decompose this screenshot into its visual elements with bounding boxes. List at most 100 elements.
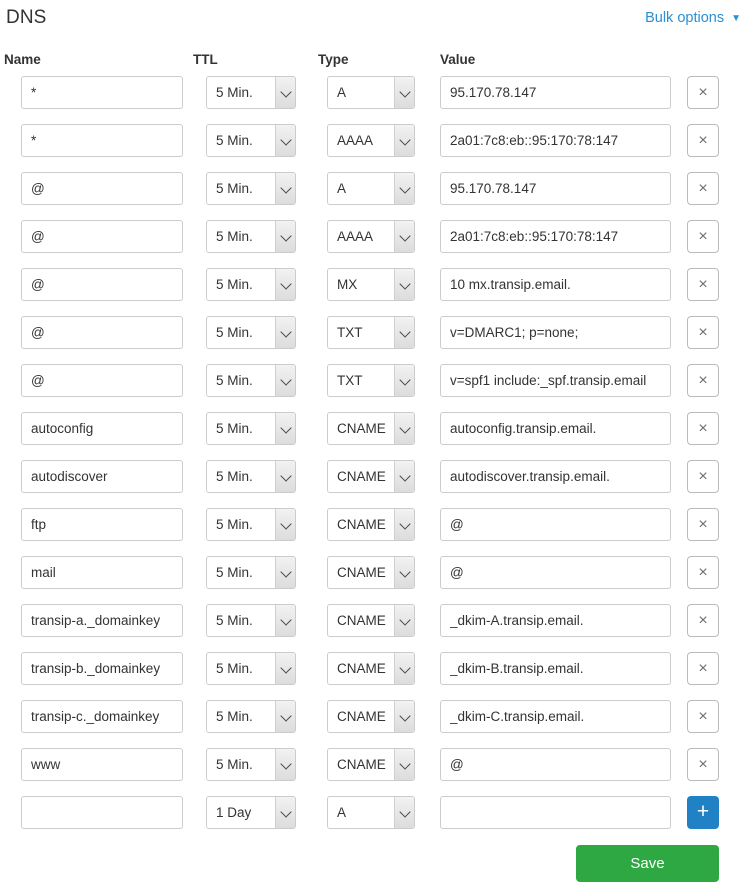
record-ttl-select[interactable]: 5 Min. xyxy=(206,124,296,157)
delete-record-button[interactable]: × xyxy=(687,556,719,589)
delete-record-button[interactable]: × xyxy=(687,508,719,541)
record-value-input[interactable] xyxy=(440,364,671,397)
record-type-select[interactable]: AAAA xyxy=(327,124,415,157)
chevron-down-icon[interactable] xyxy=(394,317,414,348)
delete-record-button[interactable]: × xyxy=(687,172,719,205)
chevron-down-icon[interactable] xyxy=(394,749,414,780)
chevron-down-icon[interactable] xyxy=(394,221,414,252)
record-ttl-select[interactable]: 5 Min. xyxy=(206,460,296,493)
record-ttl-select[interactable]: 5 Min. xyxy=(206,556,296,589)
record-name-input[interactable] xyxy=(21,700,183,733)
chevron-down-icon[interactable] xyxy=(275,269,295,300)
record-value-input[interactable] xyxy=(440,748,671,781)
add-record-button[interactable]: + xyxy=(687,796,719,829)
record-name-input[interactable] xyxy=(21,316,183,349)
record-ttl-select[interactable]: 5 Min. xyxy=(206,652,296,685)
record-ttl-select[interactable]: 5 Min. xyxy=(206,268,296,301)
record-value-input[interactable] xyxy=(440,172,671,205)
record-name-input[interactable] xyxy=(21,652,183,685)
record-ttl-select[interactable]: 5 Min. xyxy=(206,604,296,637)
record-ttl-select[interactable]: 5 Min. xyxy=(206,172,296,205)
chevron-down-icon[interactable] xyxy=(394,173,414,204)
chevron-down-icon[interactable] xyxy=(275,749,295,780)
chevron-down-icon[interactable] xyxy=(394,77,414,108)
record-ttl-select[interactable]: 5 Min. xyxy=(206,412,296,445)
record-name-input[interactable] xyxy=(21,220,183,253)
record-type-select[interactable]: CNAME xyxy=(327,556,415,589)
record-name-input[interactable] xyxy=(21,124,183,157)
record-type-select[interactable]: CNAME xyxy=(327,412,415,445)
delete-record-button[interactable]: × xyxy=(687,220,719,253)
chevron-down-icon[interactable] xyxy=(275,365,295,396)
record-name-input[interactable] xyxy=(21,76,183,109)
chevron-down-icon[interactable] xyxy=(394,509,414,540)
record-value-input[interactable] xyxy=(440,220,671,253)
record-type-select[interactable]: A xyxy=(327,796,415,829)
record-name-input[interactable] xyxy=(21,556,183,589)
record-type-select[interactable]: MX xyxy=(327,268,415,301)
record-type-select[interactable]: TXT xyxy=(327,316,415,349)
record-ttl-select[interactable]: 5 Min. xyxy=(206,220,296,253)
record-name-input[interactable] xyxy=(21,412,183,445)
record-value-input[interactable] xyxy=(440,796,671,829)
record-ttl-select[interactable]: 5 Min. xyxy=(206,364,296,397)
delete-record-button[interactable]: × xyxy=(687,604,719,637)
delete-record-button[interactable]: × xyxy=(687,700,719,733)
record-value-input[interactable] xyxy=(440,268,671,301)
record-type-select[interactable]: CNAME xyxy=(327,748,415,781)
record-value-input[interactable] xyxy=(440,556,671,589)
record-name-input[interactable] xyxy=(21,604,183,637)
record-name-input[interactable] xyxy=(21,508,183,541)
record-name-input[interactable] xyxy=(21,268,183,301)
chevron-down-icon[interactable] xyxy=(394,125,414,156)
record-type-select[interactable]: A xyxy=(327,76,415,109)
chevron-down-icon[interactable] xyxy=(394,269,414,300)
delete-record-button[interactable]: × xyxy=(687,460,719,493)
record-value-input[interactable] xyxy=(440,700,671,733)
record-type-select[interactable]: CNAME xyxy=(327,604,415,637)
chevron-down-icon[interactable] xyxy=(275,173,295,204)
record-ttl-select[interactable]: 5 Min. xyxy=(206,508,296,541)
save-button[interactable]: Save xyxy=(576,845,719,882)
record-value-input[interactable] xyxy=(440,460,671,493)
chevron-down-icon[interactable] xyxy=(394,797,414,828)
record-value-input[interactable] xyxy=(440,124,671,157)
chevron-down-icon[interactable] xyxy=(275,557,295,588)
chevron-down-icon[interactable] xyxy=(275,221,295,252)
record-value-input[interactable] xyxy=(440,316,671,349)
record-name-input[interactable] xyxy=(21,796,183,829)
record-type-select[interactable]: CNAME xyxy=(327,652,415,685)
chevron-down-icon[interactable] xyxy=(394,701,414,732)
chevron-down-icon[interactable] xyxy=(275,125,295,156)
delete-record-button[interactable]: × xyxy=(687,652,719,685)
record-value-input[interactable] xyxy=(440,652,671,685)
record-type-select[interactable]: AAAA xyxy=(327,220,415,253)
chevron-down-icon[interactable] xyxy=(394,653,414,684)
record-ttl-select[interactable]: 5 Min. xyxy=(206,316,296,349)
record-ttl-select[interactable]: 5 Min. xyxy=(206,76,296,109)
chevron-down-icon[interactable] xyxy=(394,365,414,396)
bulk-options-dropdown[interactable]: Bulk options ▼ xyxy=(645,10,741,26)
chevron-down-icon[interactable] xyxy=(275,701,295,732)
record-value-input[interactable] xyxy=(440,508,671,541)
chevron-down-icon[interactable] xyxy=(275,797,295,828)
record-ttl-select[interactable]: 5 Min. xyxy=(206,700,296,733)
record-name-input[interactable] xyxy=(21,748,183,781)
delete-record-button[interactable]: × xyxy=(687,316,719,349)
record-type-select[interactable]: CNAME xyxy=(327,508,415,541)
delete-record-button[interactable]: × xyxy=(687,412,719,445)
record-name-input[interactable] xyxy=(21,172,183,205)
delete-record-button[interactable]: × xyxy=(687,748,719,781)
chevron-down-icon[interactable] xyxy=(275,653,295,684)
chevron-down-icon[interactable] xyxy=(275,77,295,108)
delete-record-button[interactable]: × xyxy=(687,124,719,157)
record-type-select[interactable]: A xyxy=(327,172,415,205)
delete-record-button[interactable]: × xyxy=(687,268,719,301)
record-ttl-select[interactable]: 1 Day xyxy=(206,796,296,829)
chevron-down-icon[interactable] xyxy=(394,557,414,588)
record-value-input[interactable] xyxy=(440,604,671,637)
chevron-down-icon[interactable] xyxy=(275,413,295,444)
chevron-down-icon[interactable] xyxy=(394,461,414,492)
record-name-input[interactable] xyxy=(21,460,183,493)
record-name-input[interactable] xyxy=(21,364,183,397)
